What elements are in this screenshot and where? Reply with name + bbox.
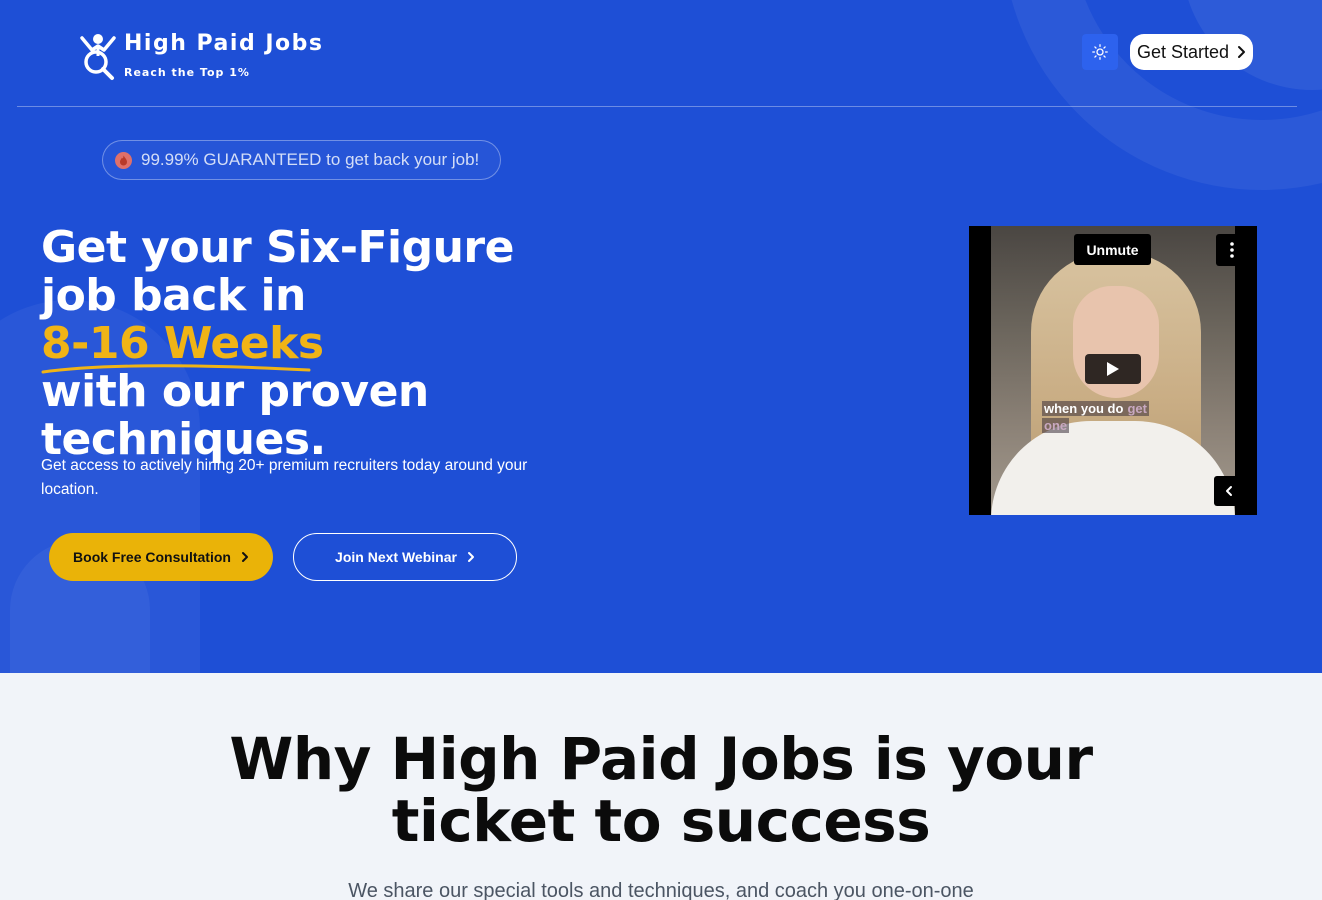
chevron-right-icon: [467, 552, 474, 562]
join-webinar-button[interactable]: Join Next Webinar: [293, 533, 517, 581]
play-icon: [1107, 362, 1119, 376]
guarantee-badge: 99.99% GUARANTEED to get back your job!: [102, 140, 501, 180]
get-started-label: Get Started: [1136, 41, 1230, 62]
caption-part-2: get: [1125, 401, 1149, 416]
section-subtitle: We share our special tools and technique…: [348, 880, 974, 900]
brand-logo[interactable]: High Paid Jobs Reach the Top 1%: [78, 30, 324, 82]
section-title-line-2: ticket to success: [391, 787, 931, 855]
book-consultation-label: Book Free Consultation: [73, 549, 231, 565]
headline-line-1: Get your Six-Figure: [41, 222, 514, 273]
video-caption: when you do get one: [1042, 400, 1160, 434]
caption-part-1: when you do: [1042, 401, 1126, 416]
sun-icon: [1092, 44, 1108, 60]
chevron-left-icon: [1226, 486, 1232, 496]
get-started-button[interactable]: Get Started: [1130, 34, 1253, 70]
brand-tagline: Reach the Top 1%: [124, 66, 250, 79]
person-magnifier-logo-icon: [80, 34, 116, 80]
book-consultation-button[interactable]: Book Free Consultation: [49, 533, 273, 581]
more-options-button[interactable]: [1216, 234, 1248, 266]
section-title-line-1: Why High Paid Jobs is your: [229, 725, 1093, 793]
video-player[interactable]: Unmute when you do get one: [969, 226, 1257, 515]
section-title: Why High Paid Jobs is your ticket to suc…: [0, 728, 1322, 852]
theme-toggle-button[interactable]: [1082, 34, 1118, 70]
hero-section: High Paid Jobs Reach the Top 1% Get Star…: [0, 0, 1322, 673]
brand-name: High Paid Jobs: [124, 31, 324, 56]
hero-headline: Get your Six-Figure job back in 8-16 Wee…: [41, 224, 601, 464]
more-vertical-icon: [1230, 242, 1234, 258]
previous-video-button[interactable]: [1214, 476, 1244, 506]
guarantee-text: 99.99% GUARANTEED to get back your job!: [141, 150, 480, 169]
headline-line-2: job back in: [41, 270, 306, 321]
unmute-button[interactable]: Unmute: [1074, 234, 1151, 265]
highlight-underline: [41, 364, 311, 374]
header-divider: [17, 106, 1297, 107]
fire-icon: [115, 151, 132, 169]
join-webinar-label: Join Next Webinar: [335, 549, 457, 565]
headline-highlight: 8-16 Weeks: [41, 320, 324, 374]
chevron-right-icon: [1238, 46, 1246, 58]
hero-subtext: Get access to actively hiring 20+ premiu…: [41, 457, 528, 498]
chevron-right-icon: [241, 552, 248, 562]
caption-part-3: one: [1042, 418, 1070, 433]
play-button[interactable]: [1085, 354, 1141, 384]
